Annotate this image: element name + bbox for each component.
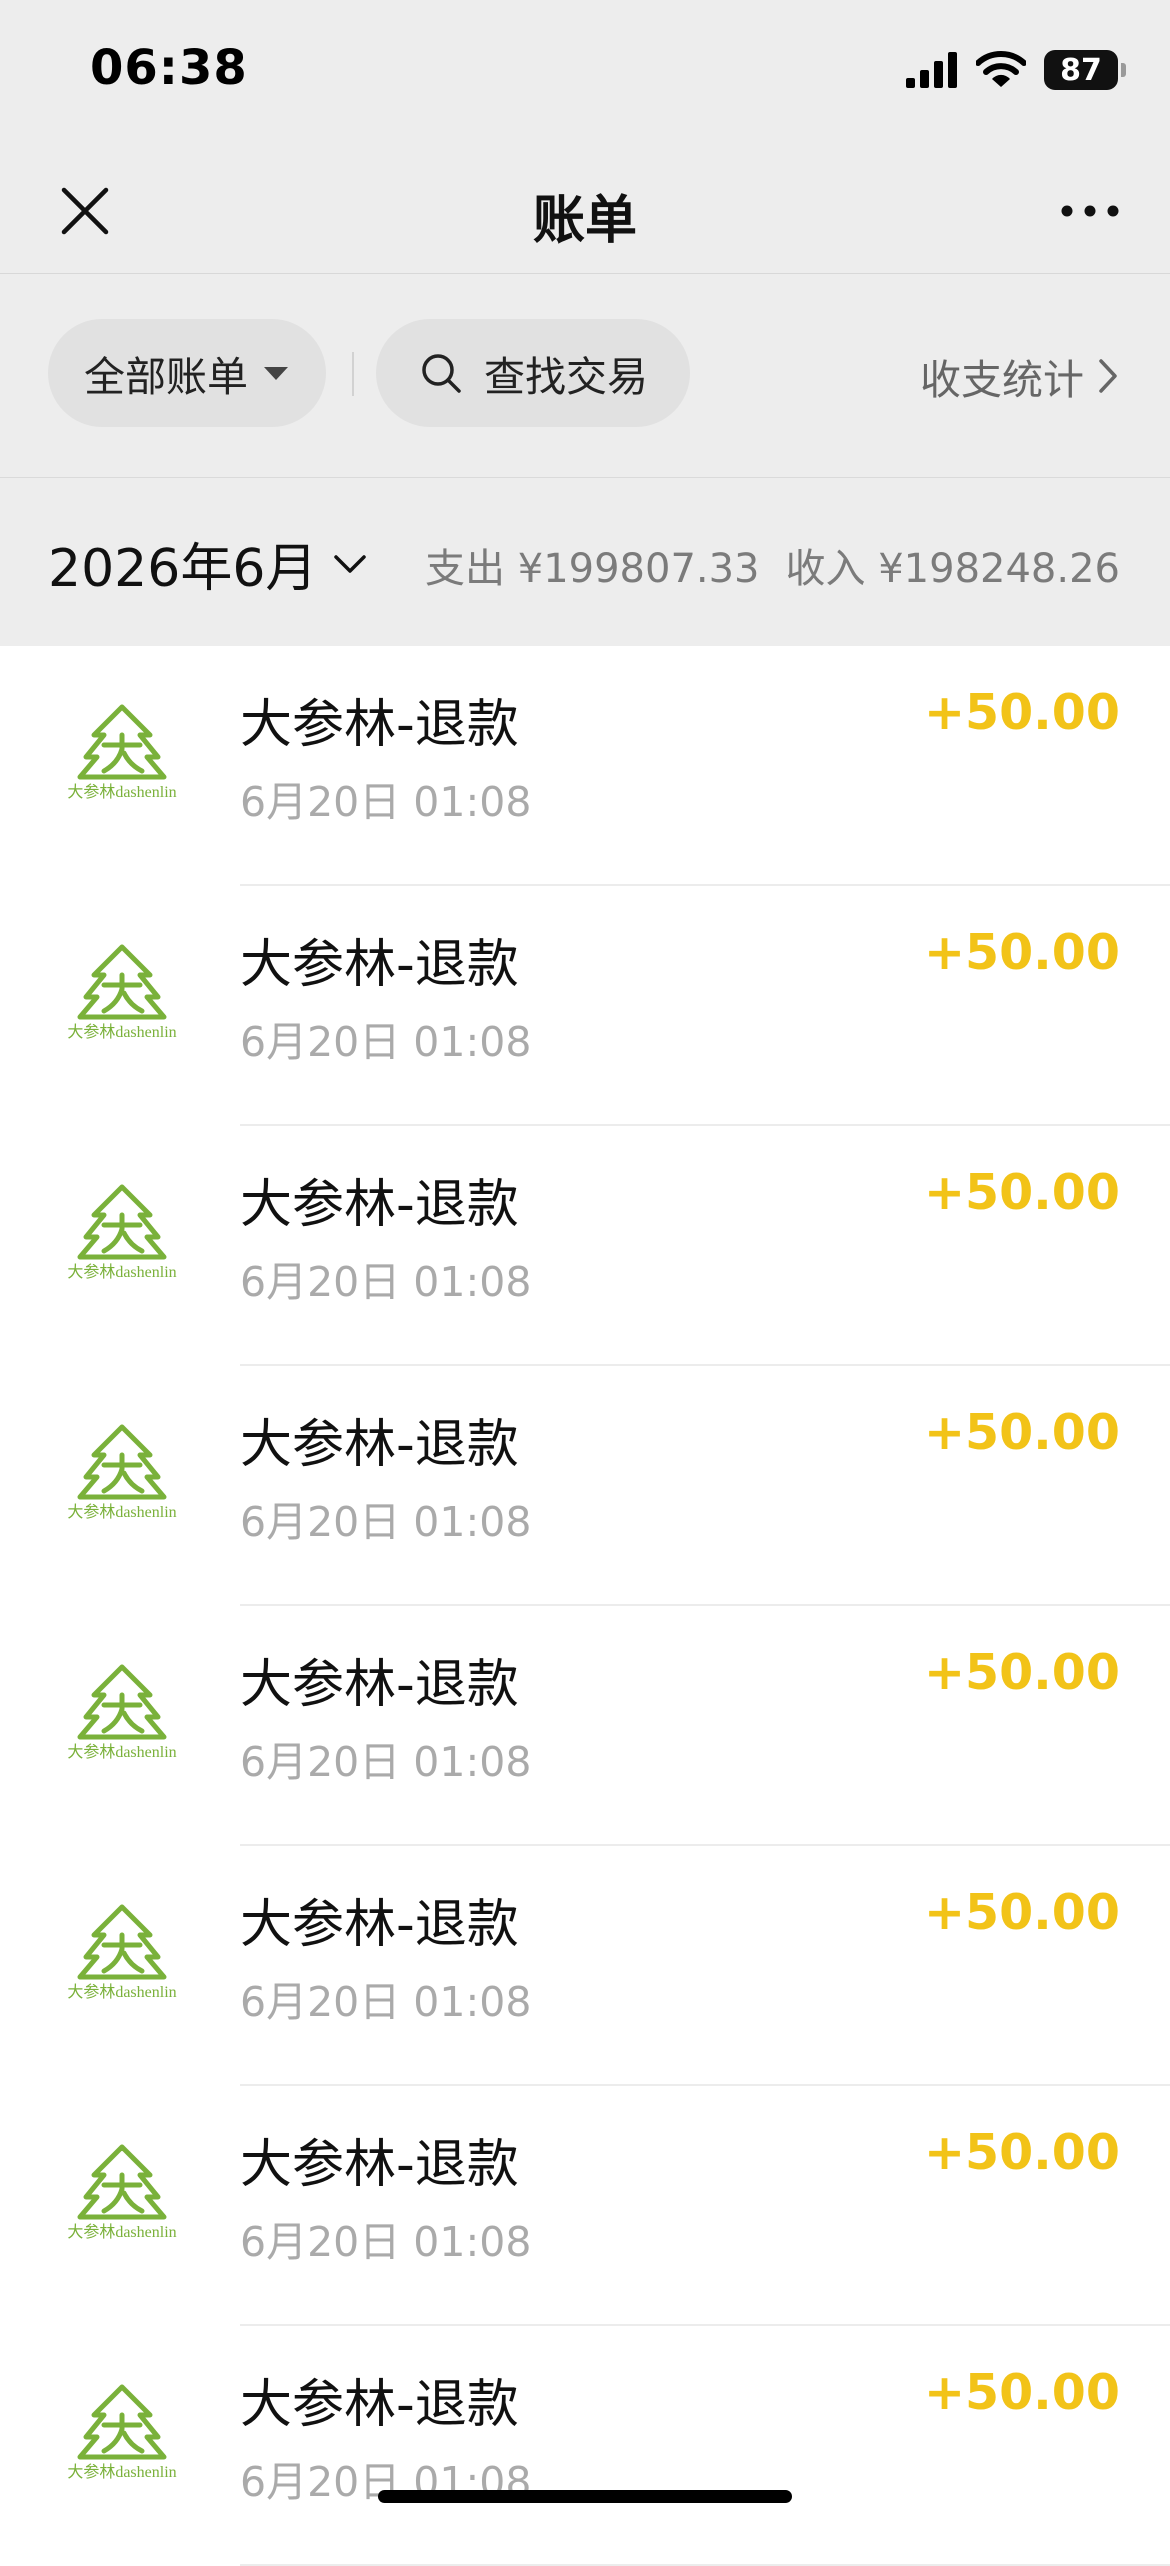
transaction-row[interactable]: 大参林dashenlin 大参林-退款 6月20日 01:08 +50.00: [0, 2086, 1170, 2326]
dashenlin-logo-icon: 大参林dashenlin: [67, 1904, 177, 2001]
dashenlin-logo-icon: 大参林dashenlin: [67, 944, 177, 1041]
chevron-right-icon: [1099, 359, 1117, 393]
logo-text: 大参林dashenlin: [67, 2223, 176, 2241]
transaction-name: 大参林-退款: [240, 1415, 519, 1475]
logo-text: 大参林dashenlin: [67, 1983, 176, 2001]
transaction-date: 6月20日 01:08: [240, 2218, 532, 2266]
transaction-row[interactable]: 大参林dashenlin 大参林-退款 6月20日 01:08 +50.00: [0, 1846, 1170, 2086]
month-summary-bar: 2026年6月 支出 ¥199807.33 收入 ¥198248.26: [0, 478, 1170, 646]
transaction-row[interactable]: 大参林dashenlin 大参林-退款 6月20日 01:08 +50.00: [0, 1126, 1170, 1366]
battery-icon: 87: [1044, 50, 1126, 90]
dashenlin-logo-icon: 大参林dashenlin: [67, 1424, 177, 1521]
transaction-name: 大参林-退款: [240, 1655, 519, 1715]
transaction-amount: +50.00: [923, 1884, 1120, 1941]
transaction-date: 6月20日 01:08: [240, 1738, 532, 1786]
transaction-date: 6月20日 01:08: [240, 778, 532, 826]
signal-icon: [906, 52, 957, 88]
transaction-list: 大参林dashenlin 大参林-退款 6月20日 01:08 +50.00 大…: [0, 646, 1170, 2566]
logo-text: 大参林dashenlin: [67, 1743, 176, 1761]
more-button[interactable]: [1050, 176, 1130, 246]
transaction-name: 大参林-退款: [240, 695, 519, 755]
more-icon: [1061, 205, 1119, 217]
home-indicator: [378, 2490, 792, 2503]
dashenlin-logo-icon: 大参林dashenlin: [67, 2384, 177, 2481]
transaction-amount: +50.00: [923, 1404, 1120, 1461]
status-icons: 87: [906, 50, 1126, 90]
status-time: 06:38: [90, 40, 248, 96]
transaction-name: 大参林-退款: [240, 2135, 519, 2195]
stats-label: 收支统计: [920, 356, 1084, 404]
month-label: 2026年6月: [48, 539, 318, 599]
transaction-name: 大参林-退款: [240, 935, 519, 995]
caret-down-icon: [264, 366, 288, 380]
transaction-amount: +50.00: [923, 924, 1120, 981]
transaction-amount: +50.00: [923, 684, 1120, 741]
month-totals: 支出 ¥199807.33 收入 ¥198248.26: [425, 536, 1120, 594]
transaction-date: 6月20日 01:08: [240, 1258, 532, 1306]
dashenlin-logo-icon: 大参林dashenlin: [67, 1184, 177, 1281]
wifi-icon: [976, 51, 1026, 87]
filter-divider: [352, 352, 354, 396]
battery-level: 87: [1060, 52, 1102, 88]
transaction-row[interactable]: 大参林dashenlin 大参林-退款 6月20日 01:08 +50.00: [0, 886, 1170, 1126]
transaction-name: 大参林-退款: [240, 2375, 519, 2435]
transaction-amount: +50.00: [923, 2364, 1120, 2421]
status-bar: 06:38 87: [0, 0, 1170, 140]
transaction-row[interactable]: 大参林dashenlin 大参林-退款 6月20日 01:08 +50.00: [0, 646, 1170, 886]
dashenlin-logo-icon: 大参林dashenlin: [67, 704, 177, 801]
filter-bar: 全部账单 查找交易 收支统计: [0, 274, 1170, 478]
transaction-row[interactable]: 大参林dashenlin 大参林-退款 6月20日 01:08 +50.00: [0, 1366, 1170, 1606]
page-title: 账单: [532, 191, 637, 251]
logo-text: 大参林dashenlin: [67, 2463, 176, 2481]
nav-bar: 账单: [0, 140, 1170, 274]
all-bills-dropdown[interactable]: 全部账单: [48, 319, 326, 427]
search-icon: [422, 354, 461, 393]
logo-text: 大参林dashenlin: [67, 1263, 176, 1281]
stats-link[interactable]: 收支统计: [920, 346, 1118, 406]
transaction-date: 6月20日 01:08: [240, 1018, 532, 1066]
logo-text: 大参林dashenlin: [67, 1023, 176, 1041]
income-total: 收入 ¥198248.26: [785, 546, 1120, 592]
transaction-amount: +50.00: [923, 1644, 1120, 1701]
dashenlin-logo-icon: 大参林dashenlin: [67, 2144, 177, 2241]
transaction-amount: +50.00: [923, 2124, 1120, 2181]
logo-text: 大参林dashenlin: [67, 1503, 176, 1521]
transaction-name: 大参林-退款: [240, 1175, 519, 1235]
search-label: 查找交易: [484, 353, 648, 401]
search-transaction-button[interactable]: 查找交易: [376, 319, 690, 427]
transaction-date: 6月20日 01:08: [240, 1498, 532, 1546]
expense-total: 支出 ¥199807.33: [425, 546, 760, 592]
transaction-row[interactable]: 大参林dashenlin 大参林-退款 6月20日 01:08 +50.00: [0, 2326, 1170, 2566]
transaction-name: 大参林-退款: [240, 1895, 519, 1955]
transaction-amount: +50.00: [923, 1164, 1120, 1221]
all-bills-label: 全部账单: [84, 353, 248, 401]
month-selector[interactable]: 2026年6月: [48, 526, 367, 601]
transaction-date: 6月20日 01:08: [240, 1978, 532, 2026]
dashenlin-logo-icon: 大参林dashenlin: [67, 1664, 177, 1761]
chevron-down-icon: [334, 554, 367, 573]
logo-text: 大参林dashenlin: [67, 783, 176, 801]
transaction-row[interactable]: 大参林dashenlin 大参林-退款 6月20日 01:08 +50.00: [0, 1606, 1170, 1846]
